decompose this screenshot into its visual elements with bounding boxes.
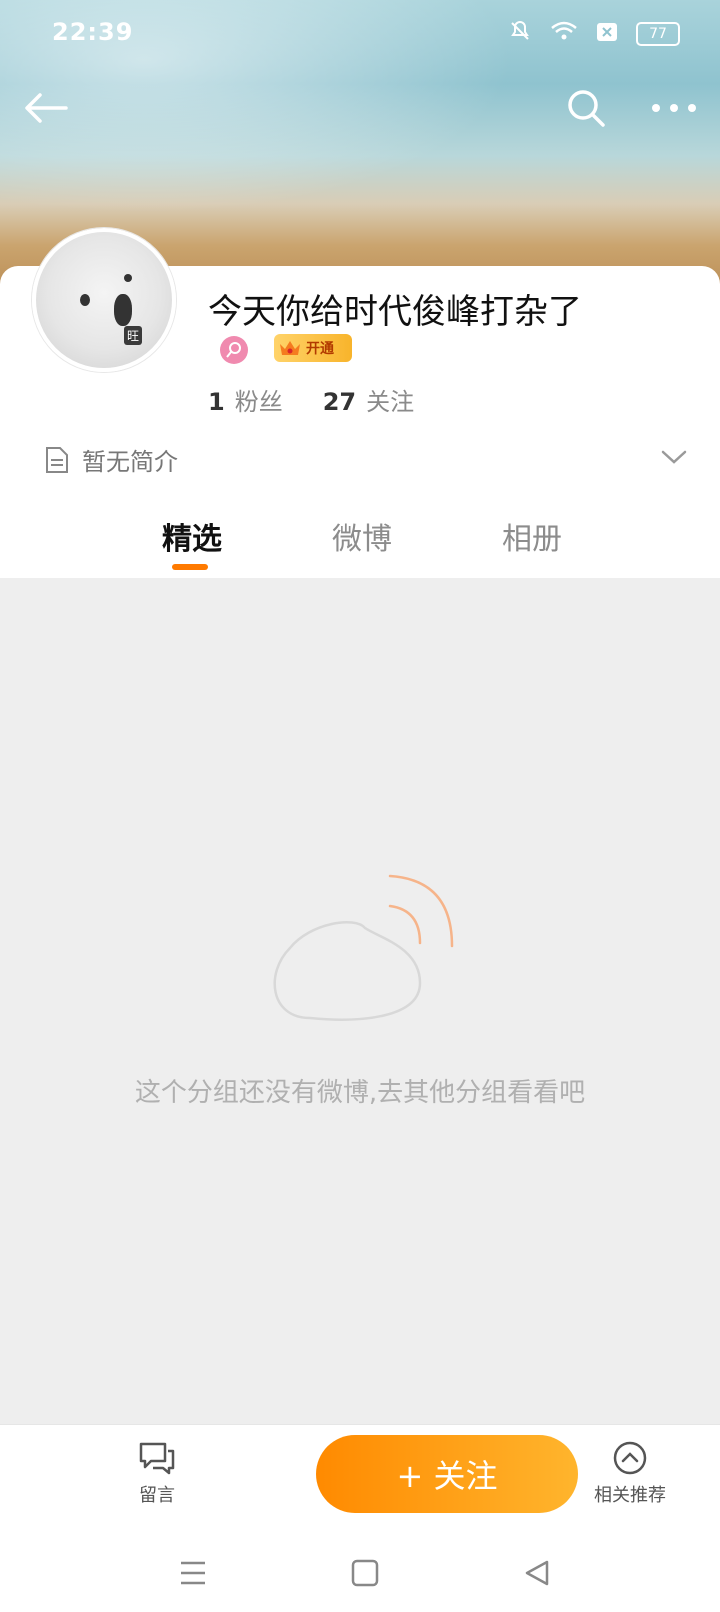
triangle-back-icon: [525, 1560, 549, 1586]
intro-row[interactable]: 暂无简介: [44, 442, 178, 477]
sim-icon: [596, 20, 618, 48]
avatar-eye: [124, 274, 132, 282]
bottom-action-bar: 留言 + 关注 相关推荐: [0, 1424, 720, 1527]
status-icons: 77: [508, 18, 680, 50]
chevron-down-icon: [661, 450, 687, 464]
expand-intro-button[interactable]: [660, 448, 688, 470]
following-count: 27: [322, 388, 357, 416]
menu-icon: [181, 1561, 205, 1585]
chevron-up-circle-icon: [613, 1441, 647, 1475]
tab-album[interactable]: 相册: [502, 514, 562, 558]
square-icon: [351, 1559, 379, 1587]
vip-open-label: 开通: [306, 341, 334, 357]
avatar-mouth: [114, 294, 132, 326]
female-badge[interactable]: [220, 336, 248, 364]
search-button[interactable]: [556, 78, 616, 138]
crown-icon: [280, 341, 300, 355]
active-tab-indicator: [172, 564, 208, 570]
more-button[interactable]: [644, 78, 704, 138]
avatar-tag: 旺: [124, 326, 143, 345]
search-icon: [568, 90, 605, 127]
profile-stats: 1 粉丝 27 关注: [208, 382, 414, 417]
tab-featured[interactable]: 精选: [162, 514, 222, 558]
system-nav-bar: [0, 1526, 720, 1612]
document-icon: [46, 446, 68, 473]
intro-text: 暂无简介: [82, 448, 178, 476]
female-icon: [226, 342, 241, 358]
battery-icon: 77: [636, 22, 680, 46]
empty-weibo-icon: [273, 874, 454, 1021]
related-recommend-label: 相关推荐: [594, 1485, 666, 1506]
comment-label: 留言: [139, 1485, 175, 1506]
home-nav-button[interactable]: [348, 1556, 382, 1590]
avatar[interactable]: 旺: [32, 228, 176, 372]
fans-count: 1: [208, 388, 225, 416]
following-label: 关注: [366, 388, 415, 416]
empty-feed-message: 这个分组还没有微博,去其他分组看看吧: [134, 1078, 586, 1108]
fans-stat[interactable]: 1 粉丝: [208, 382, 283, 417]
vip-open-badge[interactable]: 开通: [274, 334, 352, 362]
related-recommend-button[interactable]: 相关推荐: [594, 1441, 666, 1507]
follow-button[interactable]: + 关注: [316, 1435, 578, 1513]
mute-icon: [508, 19, 532, 49]
tab-weibo[interactable]: 微博: [332, 514, 392, 558]
menu-nav-button[interactable]: [176, 1556, 210, 1590]
avatar-eye: [80, 294, 90, 306]
more-dots-icon: [652, 104, 696, 112]
wifi-icon: [550, 20, 578, 48]
username: 今天你给时代俊峰打杂了: [208, 292, 582, 332]
comment-button[interactable]: 留言: [138, 1441, 176, 1507]
following-stat[interactable]: 27 关注: [323, 382, 414, 417]
back-nav-button[interactable]: [520, 1556, 554, 1590]
feed-area: [0, 578, 720, 1424]
fans-label: 粉丝: [234, 388, 283, 416]
message-icon: [139, 1442, 175, 1475]
back-button[interactable]: [16, 78, 76, 138]
back-arrow-icon: [25, 93, 68, 123]
status-time: 22:39: [52, 18, 134, 46]
profile-tabs: 精选 微博 相册: [0, 514, 720, 578]
battery-level: 77: [649, 26, 667, 42]
